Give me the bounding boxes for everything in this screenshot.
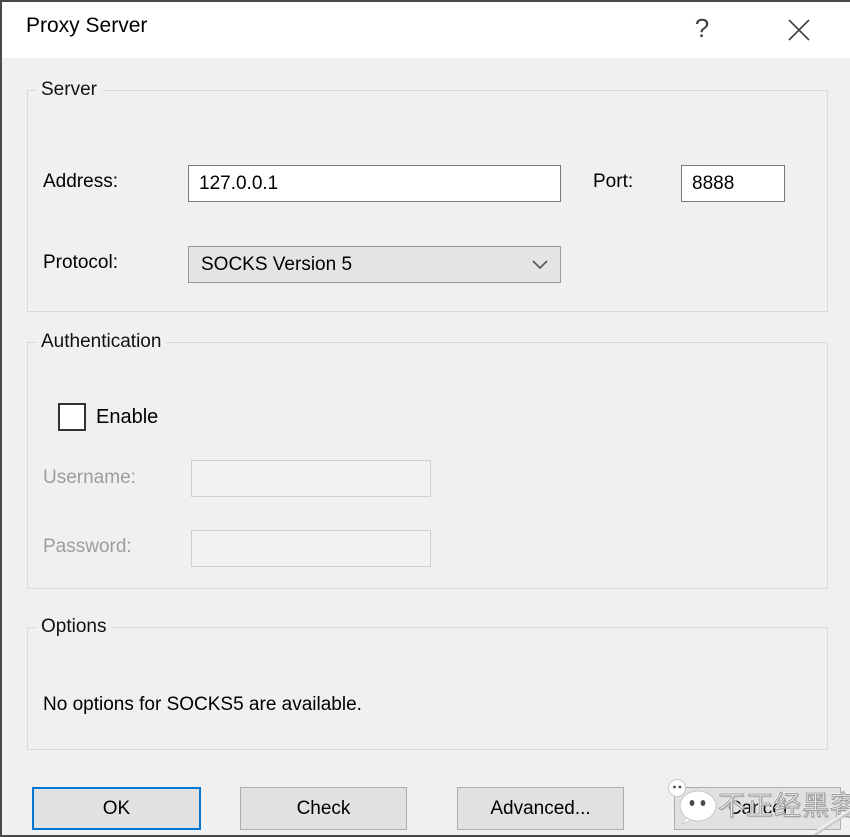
protocol-dropdown[interactable]: SOCKS Version 5 bbox=[188, 246, 561, 283]
username-label: Username: bbox=[43, 467, 136, 489]
enable-checkbox-label[interactable]: Enable bbox=[96, 406, 158, 429]
check-button[interactable]: Check bbox=[240, 787, 407, 830]
chevron-down-icon bbox=[532, 260, 548, 270]
check-button-label: Check bbox=[297, 798, 351, 820]
protocol-selected-value: SOCKS Version 5 bbox=[201, 254, 532, 276]
proxy-server-dialog: Proxy Server ? Server Address: Port: Pro… bbox=[0, 0, 850, 837]
port-label: Port: bbox=[593, 171, 633, 193]
server-group: Server Address: Port: Protocol: SOCKS Ve… bbox=[27, 79, 828, 312]
options-group: Options No options for SOCKS5 are availa… bbox=[27, 616, 828, 750]
titlebar: Proxy Server ? bbox=[2, 2, 850, 58]
username-input[interactable] bbox=[191, 460, 431, 497]
authentication-group: Authentication Enable Username: Password… bbox=[27, 331, 828, 589]
server-group-legend: Server bbox=[36, 79, 102, 101]
advanced-button-label: Advanced... bbox=[490, 798, 590, 820]
enable-checkbox[interactable] bbox=[58, 403, 86, 431]
help-icon: ? bbox=[695, 13, 709, 44]
options-message: No options for SOCKS5 are available. bbox=[43, 694, 362, 716]
advanced-button[interactable]: Advanced... bbox=[457, 787, 624, 830]
port-input[interactable] bbox=[681, 165, 785, 202]
ok-button-label: OK bbox=[103, 798, 130, 820]
address-input[interactable] bbox=[188, 165, 561, 202]
password-label: Password: bbox=[43, 536, 132, 558]
cancel-button[interactable]: Cancel bbox=[674, 787, 841, 830]
close-icon bbox=[786, 17, 812, 43]
ok-button[interactable]: OK bbox=[32, 787, 201, 830]
address-label: Address: bbox=[43, 171, 118, 193]
protocol-label: Protocol: bbox=[43, 252, 118, 274]
dialog-title: Proxy Server bbox=[26, 14, 147, 38]
cancel-button-label: Cancel bbox=[728, 798, 787, 820]
password-input[interactable] bbox=[191, 530, 431, 567]
close-button[interactable] bbox=[778, 10, 820, 50]
options-group-legend: Options bbox=[36, 616, 111, 638]
authentication-group-legend: Authentication bbox=[36, 331, 166, 353]
help-button[interactable]: ? bbox=[684, 6, 720, 50]
